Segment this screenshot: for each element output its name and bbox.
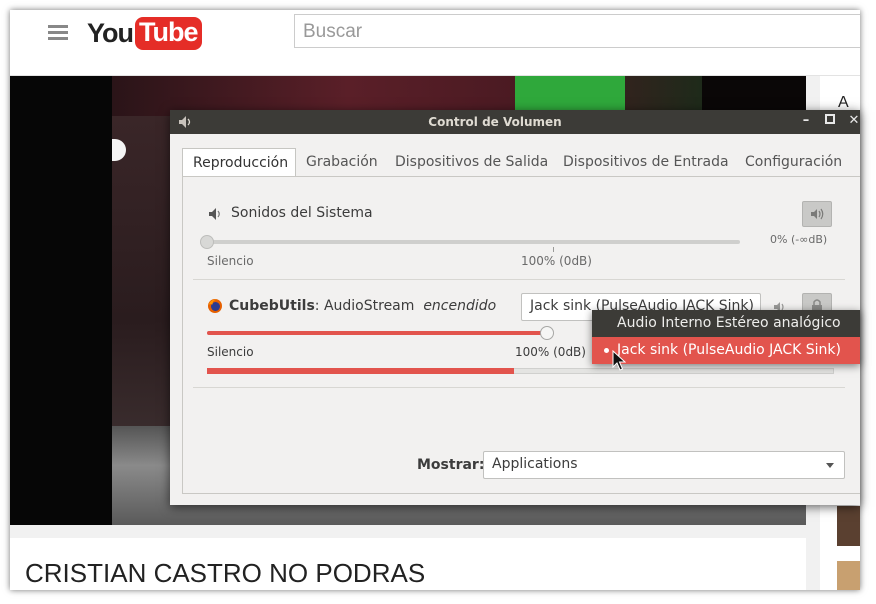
- tab-reproduccion[interactable]: Reproducción: [182, 148, 296, 176]
- tab-dispositivos-salida[interactable]: Dispositivos de Salida: [385, 148, 558, 176]
- row-separator: [193, 279, 845, 280]
- stream-volume-fill: [207, 331, 547, 335]
- row-separator: [193, 387, 845, 388]
- selected-radio-icon: [604, 348, 609, 353]
- menu-item-jack-sink-label: Jack sink (PulseAudio JACK Sink): [617, 342, 841, 358]
- close-button[interactable]: ✕: [846, 113, 860, 129]
- video-info: CRISTIAN CASTRO NO PODRAS: [10, 538, 806, 590]
- stream-separator: : AudioStream: [314, 298, 415, 314]
- video-frame-left: [10, 76, 112, 525]
- slider-100-tick: [553, 247, 554, 252]
- device-dropdown-menu: Audio Interno Estéreo analógico Jack sin…: [592, 310, 860, 364]
- stream-state: encendido: [423, 298, 497, 314]
- system-sounds-silence-label: Silencio: [207, 254, 254, 268]
- dialog-title: Control de Volumen: [428, 115, 562, 129]
- system-sounds-label: Sonidos del Sistema: [231, 205, 373, 221]
- search-input[interactable]: Buscar: [294, 14, 860, 48]
- show-select-value: Applications: [492, 456, 578, 472]
- stream-title: CubebUtils: AudioStream encendido: [229, 298, 496, 314]
- maximize-button[interactable]: [822, 113, 838, 129]
- mouse-cursor-icon: [612, 350, 626, 371]
- menu-item-jack-sink[interactable]: Jack sink (PulseAudio JACK Sink): [592, 337, 860, 364]
- menu-item-audio-interno[interactable]: Audio Interno Estéreo analógico: [592, 310, 860, 337]
- tab-bar: Reproducción Grabación Dispositivos de S…: [182, 148, 860, 176]
- system-sounds-volume-slider[interactable]: [207, 240, 740, 244]
- related-thumbnail[interactable]: [837, 506, 860, 546]
- system-sounds-100-label: 100% (0dB): [521, 254, 592, 268]
- tab-dispositivos-entrada[interactable]: Dispositivos de Entrada: [553, 148, 739, 176]
- speaker-volume-icon: [811, 208, 824, 220]
- stream-slider-knob[interactable]: [540, 326, 554, 340]
- dialog-titlebar[interactable]: Control de Volumen – ✕: [170, 110, 860, 134]
- volume-control-dialog: Control de Volumen – ✕ Reproducción Grab…: [170, 110, 860, 505]
- logo-you: You: [87, 17, 134, 48]
- stream-silence-label: Silencio: [207, 345, 254, 359]
- menu-icon[interactable]: [48, 25, 68, 41]
- minimize-button[interactable]: –: [798, 113, 814, 129]
- logo-tube: Tube: [135, 16, 202, 50]
- stream-level-fill: [207, 368, 515, 374]
- tab-configuracion[interactable]: Configuración: [735, 148, 852, 176]
- system-sounds-slider-knob[interactable]: [200, 235, 214, 249]
- firefox-icon: [208, 299, 222, 313]
- video-title: CRISTIAN CASTRO NO PODRAS: [25, 558, 426, 588]
- stream-100-label: 100% (0dB): [515, 345, 586, 359]
- maximize-icon: [825, 114, 835, 124]
- show-select[interactable]: Applications: [483, 451, 845, 479]
- show-label: Mostrar:: [417, 457, 485, 473]
- stream-app-name: CubebUtils: [229, 298, 315, 314]
- system-sounds-volume-text: 0% (-∞dB): [770, 233, 828, 246]
- chevron-down-icon: [826, 463, 834, 468]
- tab-grabacion[interactable]: Grabación: [296, 148, 388, 176]
- related-thumbnail[interactable]: [837, 561, 860, 590]
- youtube-header: You Tube Buscar: [10, 10, 860, 76]
- system-sounds-mute-button[interactable]: [802, 201, 832, 227]
- youtube-logo[interactable]: You Tube: [87, 15, 202, 51]
- system-sounds-icon: [209, 208, 220, 220]
